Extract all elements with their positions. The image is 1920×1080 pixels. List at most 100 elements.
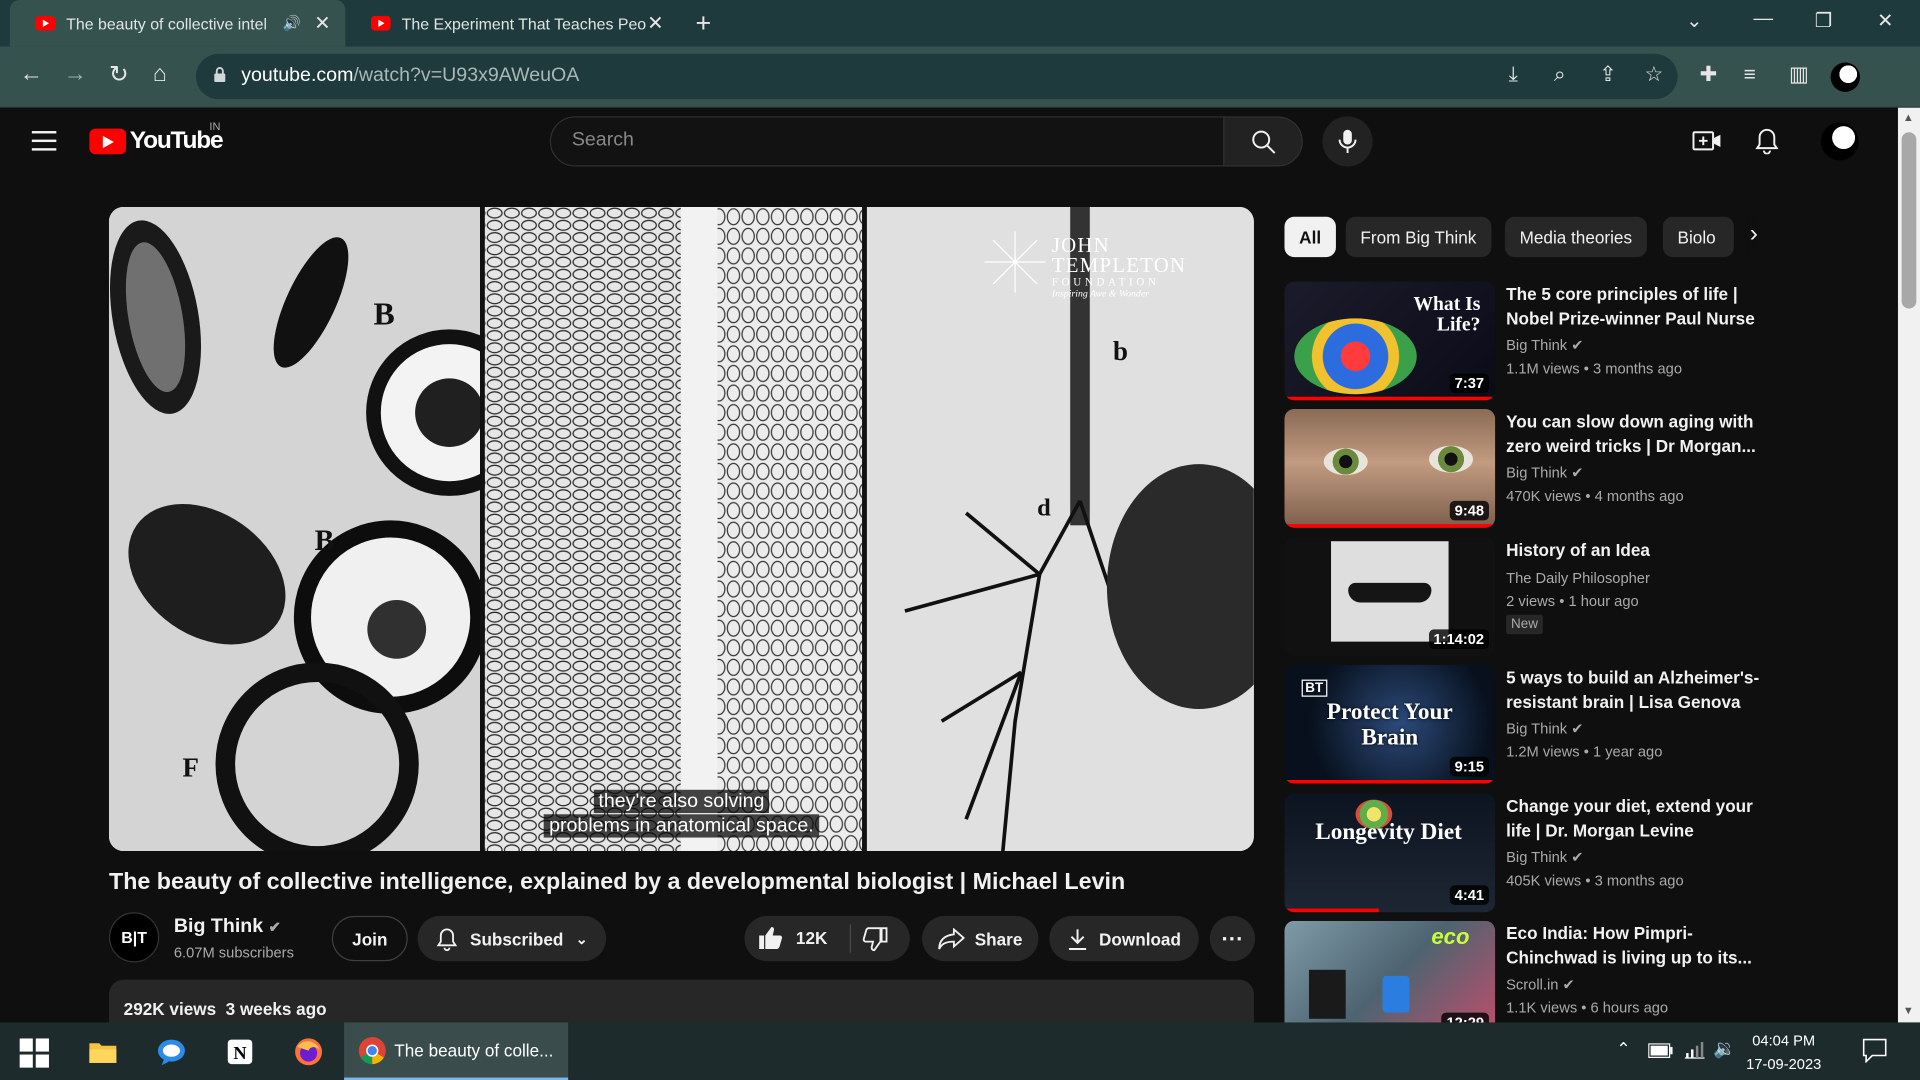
street-illustration: [1308, 969, 1346, 1019]
video-thumbnail[interactable]: Longevity Diet 4:41: [1284, 793, 1496, 913]
recommendation-item[interactable]: 1:14:02 History of an Idea The Daily Phi…: [1284, 537, 1884, 658]
voice-search-button[interactable]: [1322, 116, 1373, 167]
create-video-icon[interactable]: [1692, 127, 1721, 154]
like-dislike-group: 12K: [744, 915, 910, 962]
video-thumbnail[interactable]: eco 12:29: [1284, 920, 1496, 1023]
windows-start-icon[interactable]: [19, 1038, 49, 1068]
recommendation-meta: 1.1K views • 6 hours ago: [1506, 999, 1669, 1017]
restore-icon[interactable]: ❐: [1815, 9, 1833, 33]
bookmark-star-icon[interactable]: ☆: [1644, 62, 1663, 86]
video-thumbnail[interactable]: 1:14:02: [1284, 537, 1496, 657]
recommendation-item[interactable]: Longevity Diet 4:41 Change your diet, ex…: [1284, 793, 1884, 913]
scroll-up-arrow-icon[interactable]: ▲: [1903, 111, 1914, 123]
forward-icon[interactable]: →: [64, 61, 87, 88]
chip-from-big-think[interactable]: From Big Think: [1345, 216, 1492, 258]
recommendation-item[interactable]: BT Protect Your Brain 9:15 5 ways to bui…: [1284, 664, 1884, 785]
more-actions-button[interactable]: ⋯: [1209, 915, 1256, 962]
recommendation-channel[interactable]: Scroll.in ✔: [1506, 976, 1575, 993]
recommendation-title[interactable]: The 5 core principles of life | Nobel Pr…: [1506, 282, 1763, 331]
video-thumbnail[interactable]: 9:48: [1284, 408, 1496, 528]
install-app-icon[interactable]: ⤓: [1509, 62, 1518, 86]
video-watermark: JOHN TEMPLETON FOUNDATION Inspiring Awe …: [1052, 235, 1186, 299]
chip-media-theories[interactable]: Media theories: [1504, 216, 1647, 258]
recommendation-channel[interactable]: The Daily Philosopher: [1506, 569, 1650, 586]
notion-icon[interactable]: N: [225, 1037, 254, 1066]
video-thumbnail[interactable]: What Is Life? 7:37: [1284, 281, 1496, 401]
share-page-icon[interactable]: ⇪: [1599, 62, 1616, 86]
taskbar-chrome-window[interactable]: The beauty of colle...: [344, 1022, 569, 1080]
recommendation-channel[interactable]: Big Think ✔: [1506, 849, 1583, 866]
messaging-app-icon[interactable]: [157, 1037, 186, 1066]
profile-avatar[interactable]: [1830, 62, 1861, 92]
chip-all[interactable]: All: [1284, 216, 1336, 258]
side-panel-icon[interactable]: ▥: [1789, 62, 1809, 86]
chip-next-chevron-icon[interactable]: ›: [1750, 220, 1758, 248]
menu-icon[interactable]: [31, 131, 57, 151]
battery-icon[interactable]: [1648, 1043, 1673, 1058]
channel-name[interactable]: Big Think ✔: [174, 916, 281, 938]
share-button[interactable]: Share: [922, 915, 1039, 962]
video-player[interactable]: B B F b d JOHN TEMPLETON FOUNDATION Insp…: [108, 206, 1254, 852]
close-tab-icon[interactable]: ✕: [647, 11, 663, 35]
recommendation-title[interactable]: History of an Idea: [1506, 538, 1763, 562]
view-count: 2 views: [1506, 592, 1556, 610]
notification-center-icon[interactable]: [1862, 1038, 1887, 1063]
firefox-icon[interactable]: [294, 1037, 323, 1066]
notifications-bell-icon[interactable]: [1755, 127, 1779, 155]
close-window-icon[interactable]: ✕: [1877, 9, 1893, 33]
browser-tab-active[interactable]: The beauty of collective intel 🔊 ✕: [9, 0, 346, 47]
youtube-logo[interactable]: YouTube IN: [89, 120, 224, 155]
scroll-down-arrow-icon[interactable]: ▼: [1903, 1004, 1914, 1016]
volume-icon[interactable]: 🔉: [1713, 1037, 1736, 1059]
subscribed-button[interactable]: Subscribed ⌄: [417, 915, 607, 962]
video-thumbnail[interactable]: BT Protect Your Brain 9:15: [1284, 664, 1496, 784]
home-icon[interactable]: ⌂: [153, 61, 167, 88]
system-clock[interactable]: 04:04 PM 17-09-2023: [1746, 1030, 1821, 1077]
upload-age: 3 months ago: [1594, 871, 1684, 889]
close-tab-icon[interactable]: ✕: [314, 11, 330, 35]
upload-age: 1 hour ago: [1568, 592, 1639, 610]
recommendation-item[interactable]: eco 12:29 Eco India: How Pimpri-Chinchwa…: [1284, 920, 1884, 1023]
recommendation-channel[interactable]: Big Think ✔: [1506, 337, 1583, 354]
recommendation-title[interactable]: Change your diet, extend your life | Dr.…: [1506, 793, 1763, 842]
recommendation-title[interactable]: 5 ways to build an Alzheimer's-resistant…: [1506, 665, 1763, 714]
back-icon[interactable]: ←: [20, 61, 43, 88]
search-box[interactable]: [549, 116, 1225, 167]
browser-tab[interactable]: The Experiment That Teaches Peo ✕: [345, 0, 678, 47]
zoom-icon[interactable]: ⌕: [1554, 62, 1566, 86]
extensions-icon[interactable]: ✚: [1700, 62, 1717, 86]
tab-search-chevron-icon[interactable]: ⌄: [1686, 9, 1702, 33]
recommendation-item[interactable]: 9:48 You can slow down aging with zero w…: [1284, 408, 1884, 529]
view-count: 1.2M views: [1506, 743, 1580, 761]
recommendation-channel[interactable]: Big Think ✔: [1506, 720, 1583, 737]
recommendation-title[interactable]: You can slow down aging with zero weird …: [1506, 409, 1763, 458]
join-button[interactable]: Join: [331, 915, 408, 962]
recommendation-item[interactable]: What Is Life? 7:37 The 5 core principles…: [1284, 281, 1884, 402]
recommendation-channel[interactable]: Big Think ✔: [1506, 464, 1583, 481]
reload-icon[interactable]: ↻: [109, 61, 128, 89]
lock-icon[interactable]: [213, 66, 226, 83]
media-control-icon[interactable]: ≡: [1744, 62, 1756, 86]
channel-avatar[interactable]: B|T: [108, 912, 160, 963]
like-button[interactable]: [757, 924, 784, 955]
browser-tab-strip: The beauty of collective intel 🔊 ✕ The E…: [0, 0, 1920, 47]
recommendation-title[interactable]: Eco India: How Pimpri-Chinchwad is livin…: [1506, 921, 1763, 970]
verified-check-icon: ✔: [1571, 464, 1584, 482]
audio-playing-icon[interactable]: 🔊: [283, 15, 301, 32]
wifi-icon[interactable]: [1684, 1040, 1706, 1060]
file-explorer-icon[interactable]: [88, 1037, 117, 1066]
chip-biology[interactable]: Biolo: [1662, 216, 1734, 258]
page-scrollbar[interactable]: ▲ ▼: [1897, 107, 1920, 1023]
clock-time: 04:04 PM: [1752, 1032, 1816, 1050]
address-bar[interactable]: youtube.com/watch?v=U93x9AWeuOA: [195, 53, 1678, 100]
search-input[interactable]: [571, 129, 1185, 152]
new-tab-icon[interactable]: +: [696, 7, 712, 39]
search-button[interactable]: [1223, 116, 1303, 167]
scrollbar-thumb[interactable]: [1901, 132, 1917, 309]
minimize-icon[interactable]: —: [1753, 9, 1773, 31]
account-avatar[interactable]: [1820, 122, 1859, 161]
dislike-button[interactable]: [862, 926, 889, 957]
download-button[interactable]: Download: [1049, 915, 1199, 962]
show-hidden-icons-chevron-icon[interactable]: ⌃: [1616, 1038, 1630, 1059]
video-duration: 4:41: [1449, 885, 1489, 905]
